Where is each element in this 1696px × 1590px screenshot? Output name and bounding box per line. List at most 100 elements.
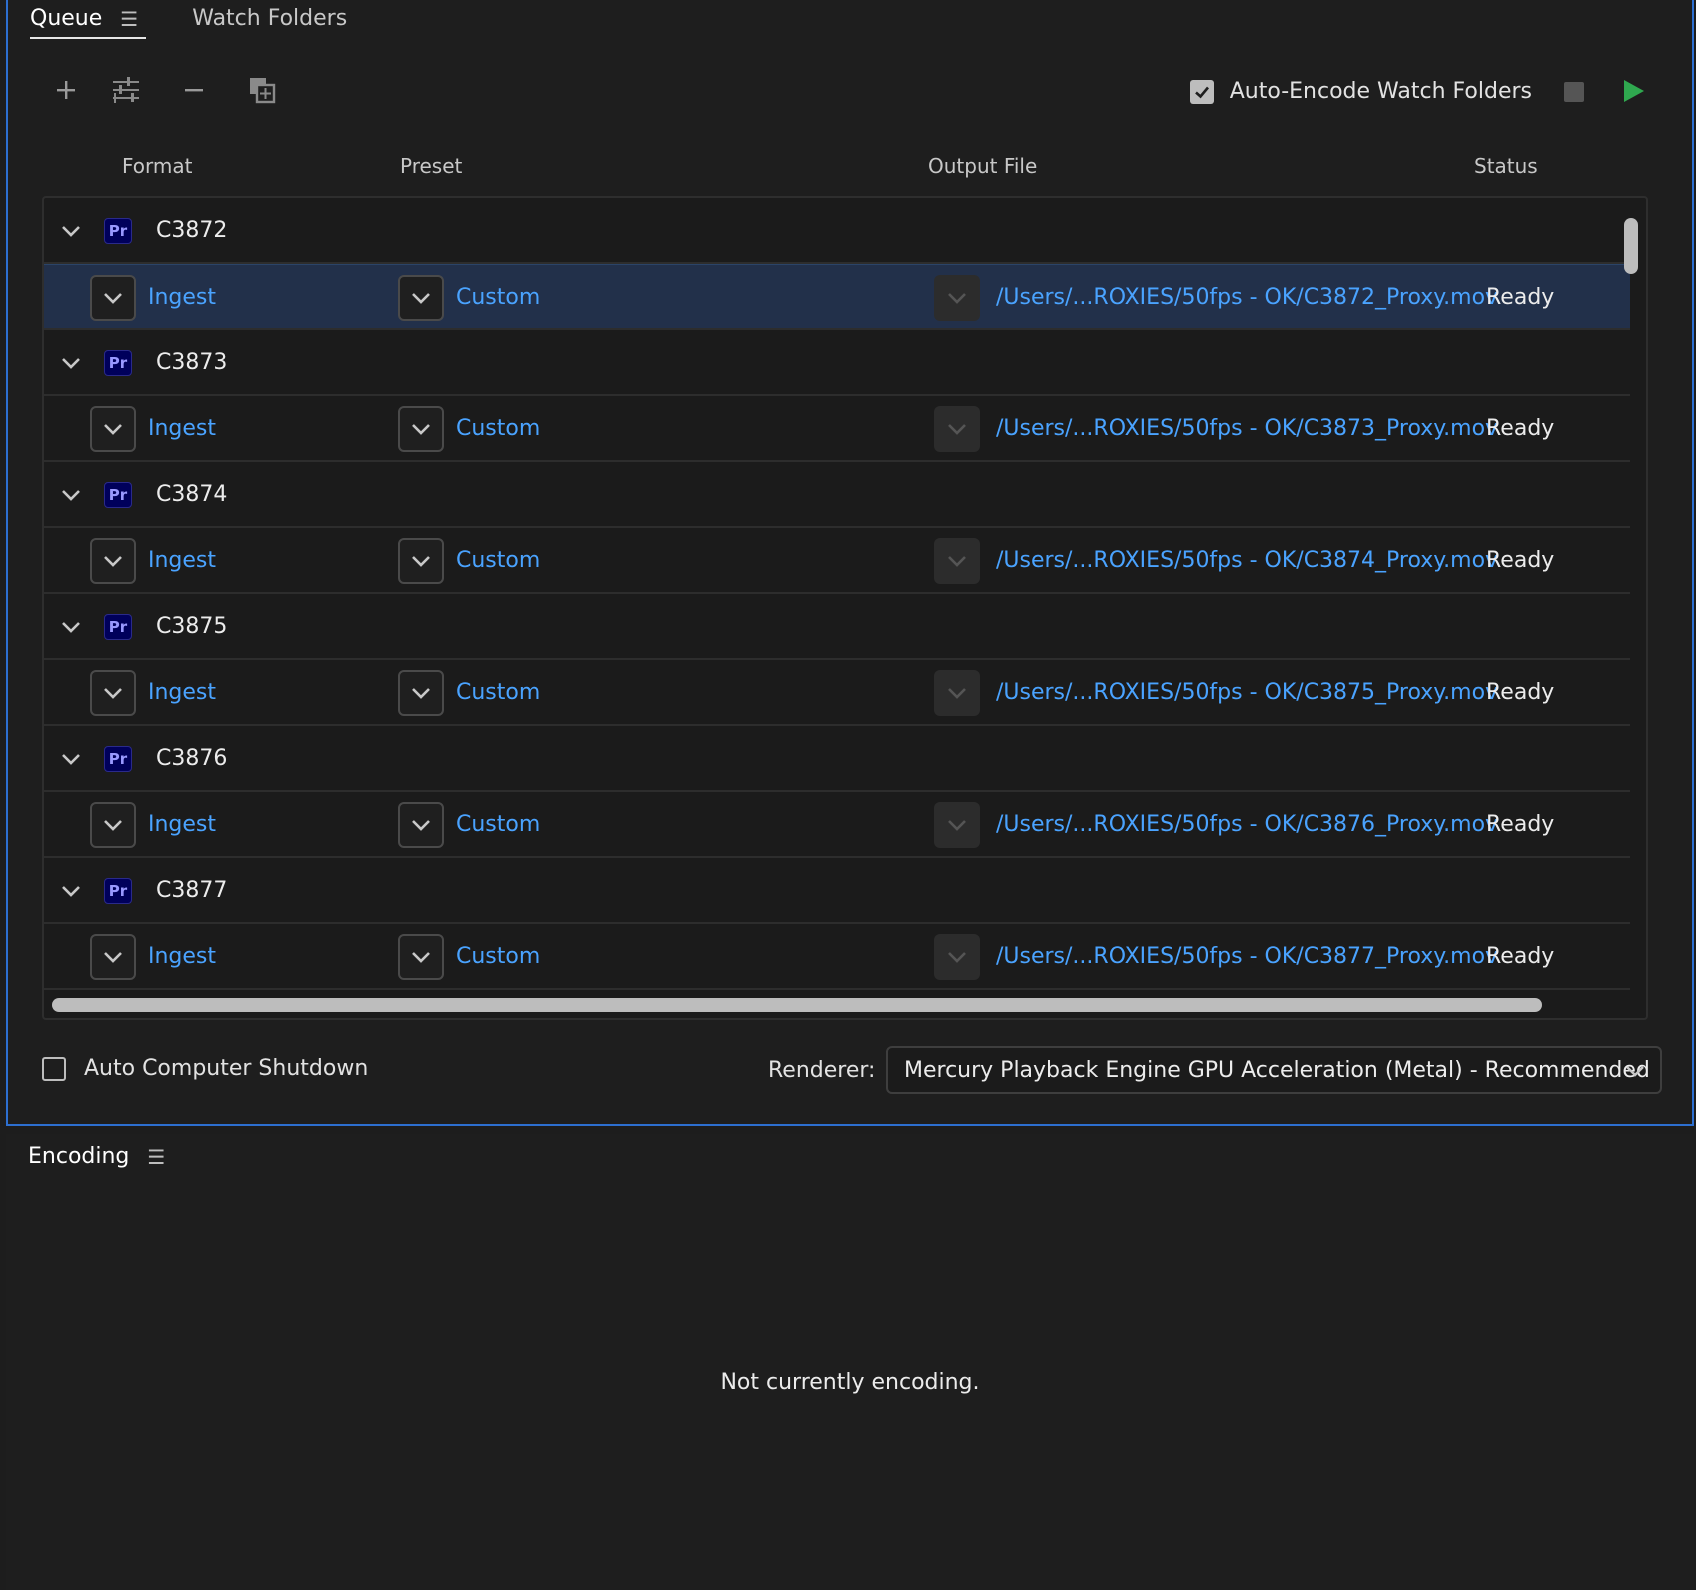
queue-list: Pr C3872 Ingest Custom/Users/...ROXIES/50fp… <box>42 196 1648 1020</box>
output-row[interactable]: Ingest Custom/Users/...ROXIES/50fps - OK/… <box>44 264 1630 330</box>
format-link[interactable]: Ingest <box>148 944 216 969</box>
output-file-link[interactable]: /Users/...ROXIES/50fps - OK/C3876_Proxy.… <box>996 812 1498 837</box>
status-text: Ready <box>1486 548 1555 573</box>
expand-chevron-icon[interactable] <box>56 876 86 906</box>
encoding-empty-message: Not currently encoding. <box>720 1370 980 1395</box>
start-queue-button[interactable] <box>1624 80 1644 102</box>
queue-item-name: C3872 <box>156 218 228 243</box>
expand-chevron-icon[interactable] <box>56 216 86 246</box>
stop-queue-button[interactable] <box>1564 82 1584 102</box>
output-row[interactable]: Ingest Custom/Users/...ROXIES/50fps - OK/… <box>44 792 1630 858</box>
premiere-pro-icon: Pr <box>104 746 132 772</box>
status-text: Ready <box>1486 944 1555 969</box>
queue-item-row[interactable]: Pr C3877 <box>44 858 1630 924</box>
format-dropdown-button[interactable] <box>90 538 136 584</box>
queue-panel: Queue ☰ Watch Folders Auto-Encode Watch … <box>6 0 1694 1126</box>
column-preset[interactable]: Preset <box>400 154 462 178</box>
queue-rows: Pr C3872 Ingest Custom/Users/...ROXIES/50fp… <box>44 198 1646 990</box>
auto-shutdown-checkbox[interactable] <box>42 1056 66 1081</box>
auto-shutdown-option[interactable]: Auto Computer Shutdown <box>42 1056 368 1081</box>
queue-item-row[interactable]: Pr C3873 <box>44 330 1630 396</box>
tab-queue-label: Queue <box>30 6 103 31</box>
output-file-link[interactable]: /Users/...ROXIES/50fps - OK/C3873_Proxy.… <box>996 416 1498 441</box>
output-row[interactable]: Ingest Custom/Users/...ROXIES/50fps - OK/… <box>44 660 1630 726</box>
column-output-file[interactable]: Output File <box>928 154 1037 178</box>
panel-tabs: Queue ☰ Watch Folders <box>30 6 393 44</box>
format-link[interactable]: Ingest <box>148 285 216 310</box>
format-link[interactable]: Ingest <box>148 548 216 573</box>
renderer-label: Renderer: <box>768 1058 876 1083</box>
format-dropdown-button[interactable] <box>90 275 136 321</box>
vertical-scrollbar[interactable] <box>1624 218 1638 274</box>
queue-item-row[interactable]: Pr C3872 <box>44 198 1630 264</box>
auto-encode-watch-folders[interactable]: Auto-Encode Watch Folders <box>1189 79 1532 104</box>
output-dropdown-button <box>934 406 980 452</box>
horizontal-scrollbar[interactable] <box>52 998 1542 1012</box>
preset-link[interactable]: Custom <box>456 944 540 969</box>
expand-chevron-icon[interactable] <box>56 480 86 510</box>
preset-link[interactable]: Custom <box>456 680 540 705</box>
preset-dropdown-button[interactable] <box>398 670 444 716</box>
format-dropdown-button[interactable] <box>90 802 136 848</box>
output-dropdown-button <box>934 934 980 980</box>
preset-link[interactable]: Custom <box>456 285 540 310</box>
premiere-pro-icon: Pr <box>104 482 132 508</box>
preset-dropdown-button[interactable] <box>398 538 444 584</box>
renderer-value: Mercury Playback Engine GPU Acceleration… <box>904 1057 1650 1083</box>
queue-item-row[interactable]: Pr C3875 <box>44 594 1630 660</box>
queue-item-row[interactable]: Pr C3876 <box>44 726 1630 792</box>
renderer-dropdown[interactable]: Mercury Playback Engine GPU Acceleration… <box>886 1046 1662 1094</box>
preset-link[interactable]: Custom <box>456 812 540 837</box>
duplicate-icon[interactable] <box>242 70 282 110</box>
tab-queue[interactable]: Queue ☰ <box>30 6 147 39</box>
tab-encoding-label: Encoding <box>28 1144 130 1169</box>
status-text: Ready <box>1486 285 1555 310</box>
column-format[interactable]: Format <box>122 154 192 178</box>
preset-dropdown-button[interactable] <box>398 934 444 980</box>
output-row[interactable]: Ingest Custom/Users/...ROXIES/50fps - OK/… <box>44 528 1630 594</box>
format-dropdown-button[interactable] <box>90 934 136 980</box>
encoding-panel: Encoding ☰ Not currently encoding. <box>6 1134 1694 1590</box>
output-dropdown-button <box>934 802 980 848</box>
status-text: Ready <box>1486 416 1555 441</box>
premiere-pro-icon: Pr <box>104 878 132 904</box>
encoding-menu-icon[interactable]: ☰ <box>147 1145 165 1169</box>
auto-encode-checkbox[interactable] <box>1189 79 1214 104</box>
premiere-pro-icon: Pr <box>104 350 132 376</box>
minus-icon[interactable] <box>174 70 214 110</box>
status-text: Ready <box>1486 812 1555 837</box>
expand-chevron-icon[interactable] <box>56 348 86 378</box>
preset-link[interactable]: Custom <box>456 548 540 573</box>
tab-encoding[interactable]: Encoding ☰ <box>28 1144 165 1169</box>
tab-watch-folders-label: Watch Folders <box>192 6 348 31</box>
preset-dropdown-button[interactable] <box>398 802 444 848</box>
preset-link[interactable]: Custom <box>456 416 540 441</box>
expand-chevron-icon[interactable] <box>56 612 86 642</box>
add-source-icon[interactable] <box>46 70 86 110</box>
format-dropdown-button[interactable] <box>90 670 136 716</box>
output-dropdown-button <box>934 538 980 584</box>
format-link[interactable]: Ingest <box>148 416 216 441</box>
queue-menu-icon[interactable]: ☰ <box>120 7 138 31</box>
format-dropdown-button[interactable] <box>90 406 136 452</box>
preset-dropdown-button[interactable] <box>398 406 444 452</box>
output-file-link[interactable]: /Users/...ROXIES/50fps - OK/C3874_Proxy.… <box>996 548 1498 573</box>
expand-chevron-icon[interactable] <box>56 744 86 774</box>
output-row[interactable]: Ingest Custom/Users/...ROXIES/50fps - OK/… <box>44 396 1630 462</box>
sliders-icon[interactable] <box>106 70 146 110</box>
format-link[interactable]: Ingest <box>148 812 216 837</box>
queue-item-row[interactable]: Pr C3874 <box>44 462 1630 528</box>
output-file-link[interactable]: /Users/...ROXIES/50fps - OK/C3872_Proxy.… <box>996 285 1498 310</box>
premiere-pro-icon: Pr <box>104 218 132 244</box>
column-headers: Format Preset Output File Status <box>8 150 1692 184</box>
tab-watch-folders[interactable]: Watch Folders <box>192 6 347 37</box>
preset-dropdown-button[interactable] <box>398 275 444 321</box>
column-status[interactable]: Status <box>1474 154 1538 178</box>
queue-item-name: C3877 <box>156 878 228 903</box>
output-file-link[interactable]: /Users/...ROXIES/50fps - OK/C3875_Proxy.… <box>996 680 1498 705</box>
output-file-link[interactable]: /Users/...ROXIES/50fps - OK/C3877_Proxy.… <box>996 944 1498 969</box>
format-link[interactable]: Ingest <box>148 680 216 705</box>
queue-item-name: C3873 <box>156 350 228 375</box>
output-row[interactable]: Ingest Custom/Users/...ROXIES/50fps - OK/… <box>44 924 1630 990</box>
queue-item-name: C3876 <box>156 746 228 771</box>
